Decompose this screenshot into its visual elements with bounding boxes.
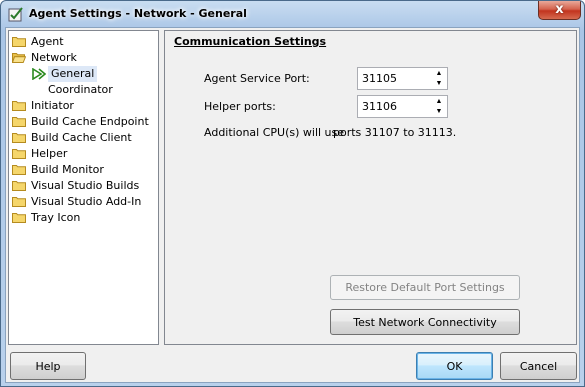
tree-item-label: Agent xyxy=(31,35,64,48)
help-button[interactable]: Help xyxy=(10,352,86,380)
spin-down-icon[interactable]: ▼ xyxy=(433,79,445,89)
helper-ports-value: 31106 xyxy=(362,100,397,113)
tree-item-label: Coordinator xyxy=(48,83,113,96)
settings-tree[interactable]: Agent Network General Coordinator Initiator B… xyxy=(8,30,159,345)
cpu-ports-range: ports 31107 to 31113. xyxy=(333,126,457,139)
restore-default-ports-button[interactable]: Restore Default Port Settings xyxy=(330,275,520,300)
helper-ports-label: Helper ports: xyxy=(204,100,276,113)
tree-item-label: Network xyxy=(31,51,77,64)
ok-button-label: OK xyxy=(446,360,463,373)
agent-service-port-input[interactable]: 31105 ▲ ▼ xyxy=(357,67,448,90)
test-network-connectivity-button[interactable]: Test Network Connectivity xyxy=(330,309,520,335)
tree-item-label: Build Cache Endpoint xyxy=(31,115,149,128)
tree-item-label: Visual Studio Add-In xyxy=(31,195,142,208)
ok-button[interactable]: OK xyxy=(416,352,493,380)
cancel-button-label: Cancel xyxy=(519,360,558,373)
window-title: Agent Settings - Network - General xyxy=(29,7,247,20)
tree-item-label: Build Monitor xyxy=(31,163,104,176)
settings-panel: Communication Settings Agent Service Por… xyxy=(164,30,577,345)
title-bar[interactable]: Agent Settings - Network - General x xyxy=(1,1,584,28)
tree-item-label: Initiator xyxy=(31,99,74,112)
spin-down-icon[interactable]: ▼ xyxy=(433,107,445,117)
agent-service-port-value: 31105 xyxy=(362,72,397,85)
section-title: Communication Settings xyxy=(174,35,327,48)
dialog-body: Agent Network General Coordinator Initiator B… xyxy=(5,27,580,383)
agent-settings-window: Agent Settings - Network - General x Age… xyxy=(0,0,585,387)
spin-up-icon[interactable]: ▲ xyxy=(433,97,445,107)
spin-up-icon[interactable]: ▲ xyxy=(433,69,445,79)
close-button[interactable]: x xyxy=(538,1,581,20)
tree-item-label: General xyxy=(48,66,98,82)
cpu-ports-text: Additional CPU(s) will use xyxy=(204,126,345,139)
helper-ports-input[interactable]: 31106 ▲ ▼ xyxy=(357,95,448,118)
app-icon xyxy=(8,7,23,22)
help-button-label: Help xyxy=(35,360,61,373)
agent-service-port-label: Agent Service Port: xyxy=(204,72,310,85)
cancel-button[interactable]: Cancel xyxy=(500,352,577,380)
tree-item-label: Build Cache Client xyxy=(31,131,132,144)
tree-item-label: Visual Studio Builds xyxy=(31,179,140,192)
close-icon: x xyxy=(555,2,564,17)
test-network-connectivity-label: Test Network Connectivity xyxy=(353,316,497,329)
restore-default-ports-label: Restore Default Port Settings xyxy=(345,281,505,294)
tree-item-label: Tray Icon xyxy=(31,211,81,224)
tree-item-label: Helper xyxy=(31,147,68,160)
